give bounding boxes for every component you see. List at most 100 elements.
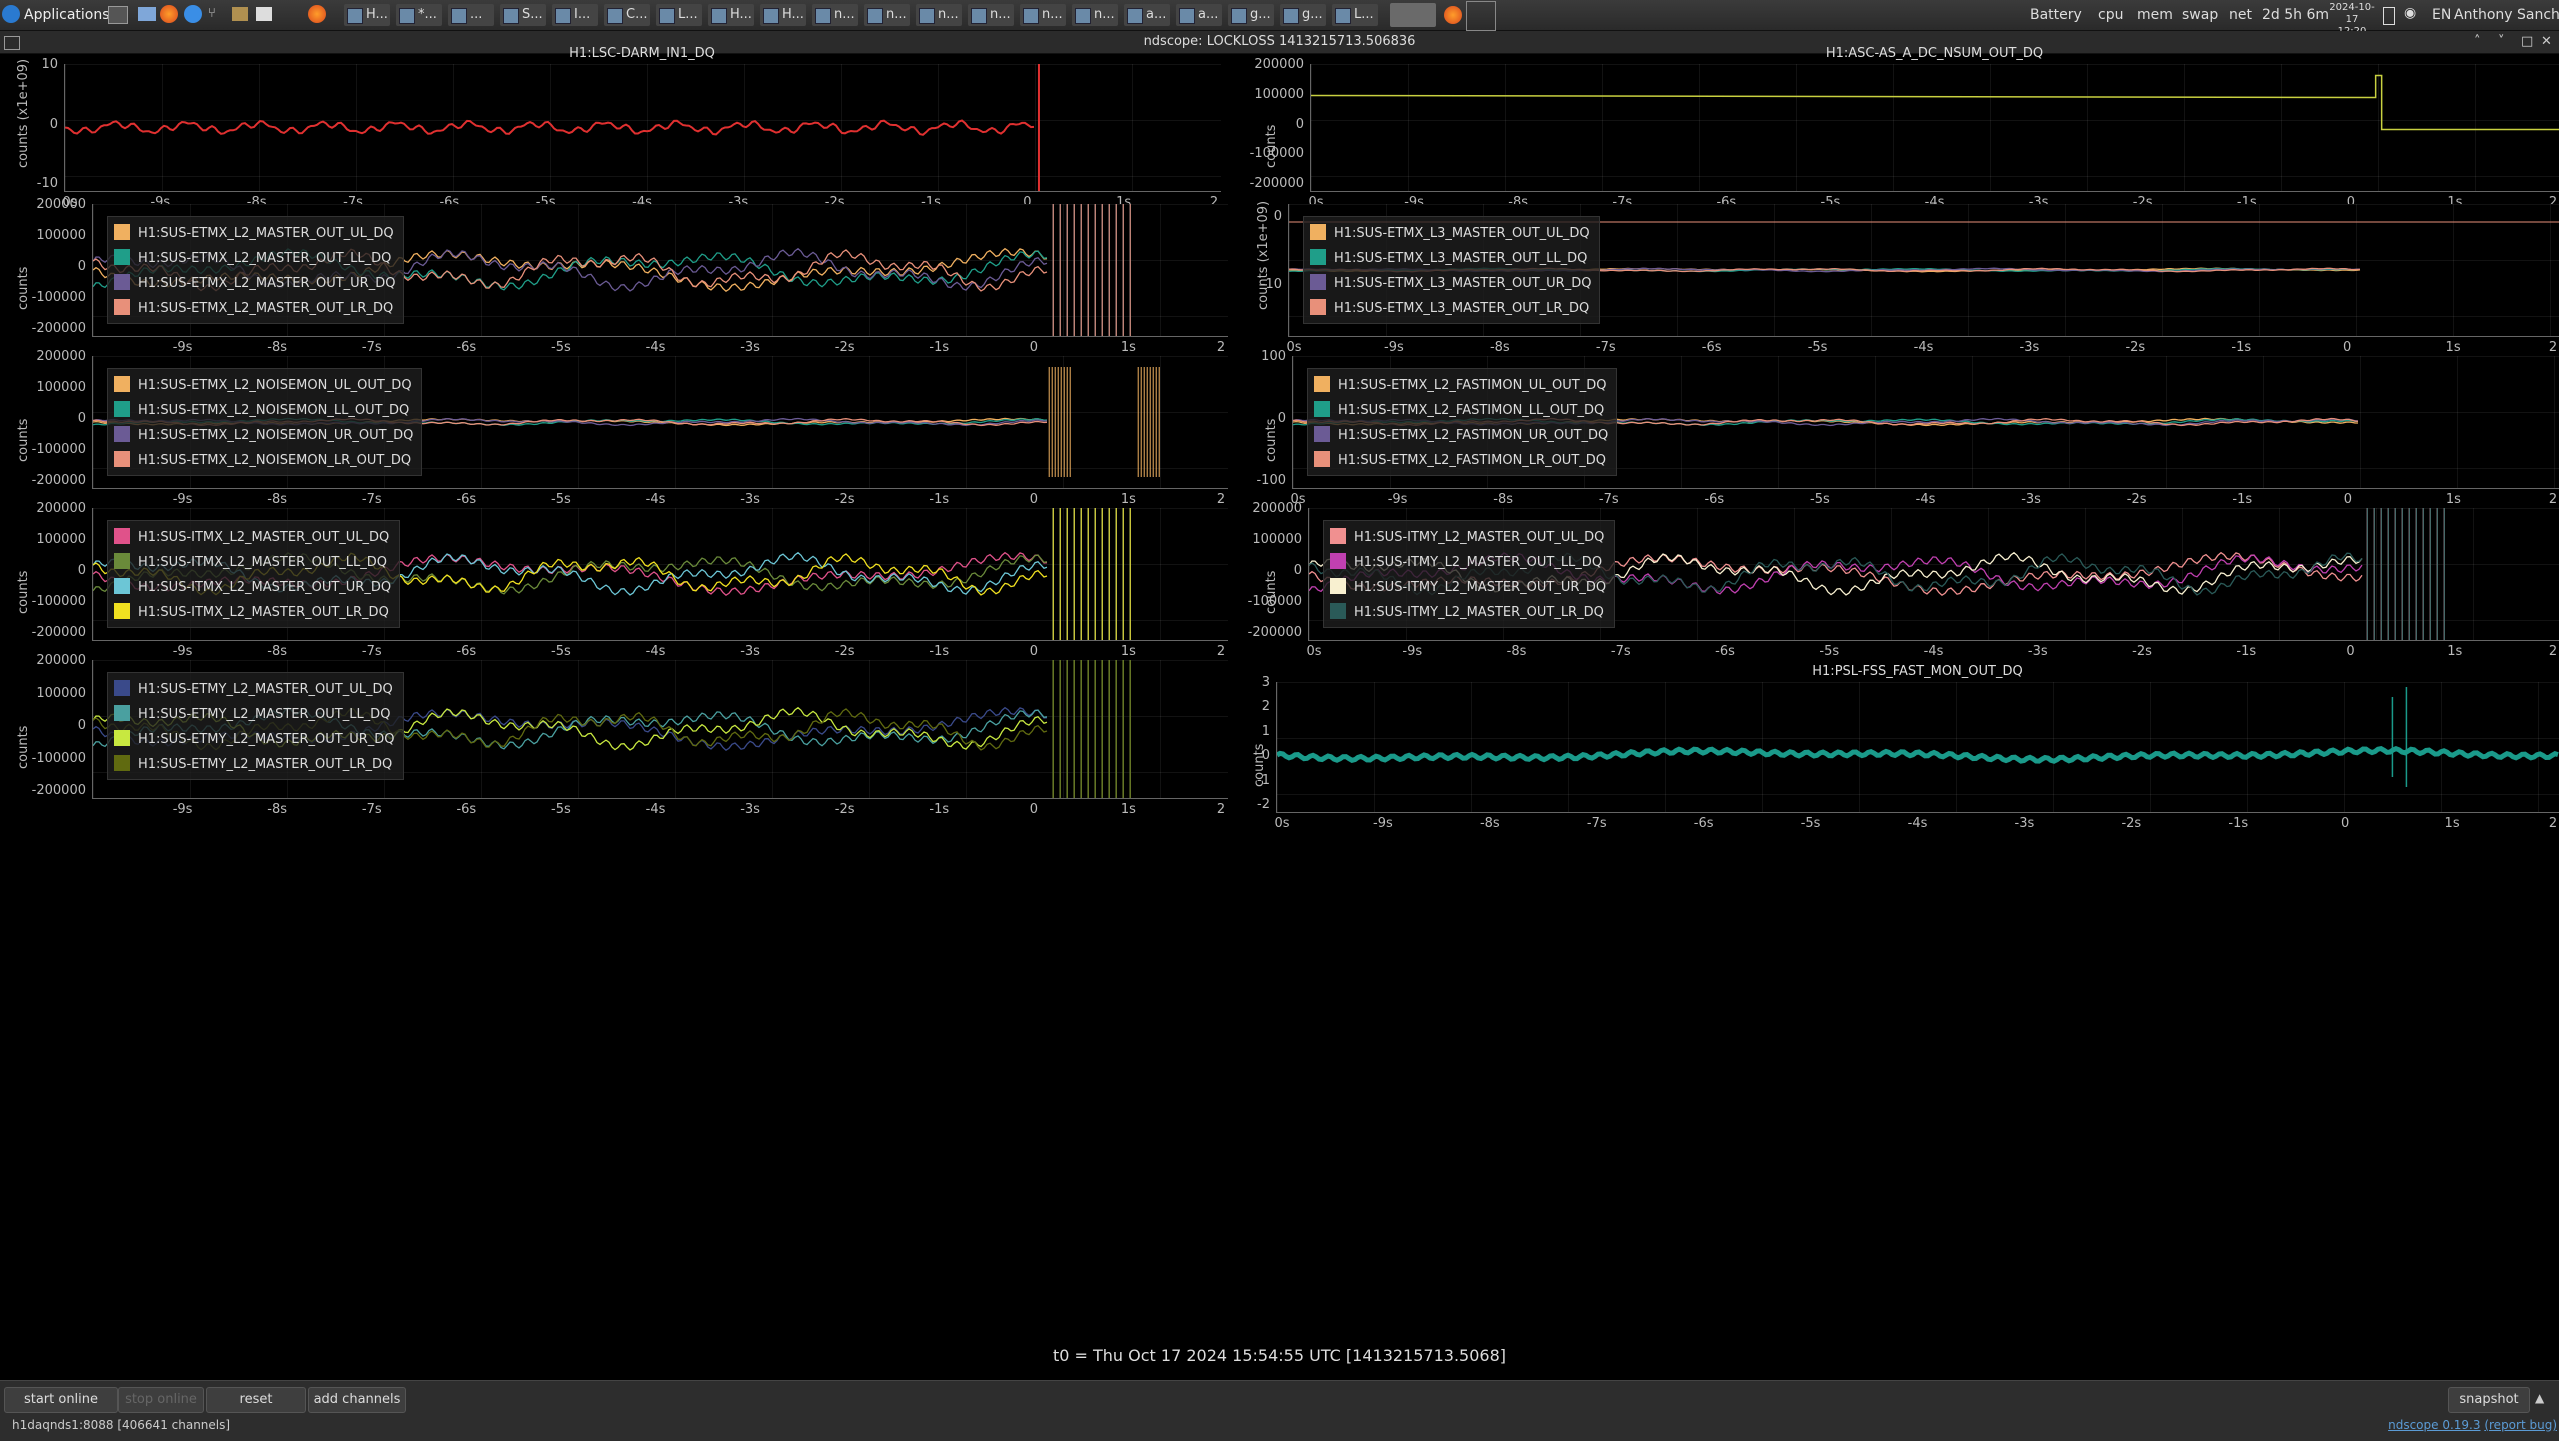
plot-area[interactable]: H1:SUS-ETMX_L2_FASTIMON_UL_OUT_DQ H1:SUS-… — [1292, 356, 2559, 489]
legend-item[interactable]: H1:SUS-ETMX_L2_NOISEMON_UR_OUT_DQ — [114, 423, 413, 448]
net-monitor[interactable]: net — [2229, 3, 2252, 27]
legend-item[interactable]: H1:SUS-ITMY_L2_MASTER_OUT_UL_DQ — [1330, 525, 1606, 550]
taskbar-window-button[interactable]: *... — [396, 4, 442, 26]
plot-etmx_master[interactable]: H1:SUS-ETMX_L2_MASTER_OUT_UL_DQ H1:SUS-ET… — [0, 197, 1250, 356]
taskbar-window-button[interactable]: L... — [1332, 4, 1378, 26]
network-icon[interactable]: ◉ — [2404, 5, 2416, 21]
active-window-button[interactable] — [1390, 3, 1436, 27]
cpu-monitor[interactable]: cpu — [2098, 3, 2123, 27]
taskbar-window-button[interactable]: g... — [1228, 4, 1274, 26]
taskbar-window-button[interactable]: a... — [1124, 4, 1170, 26]
taskbar-window-button[interactable]: S... — [500, 4, 546, 26]
editor-icon[interactable] — [256, 7, 272, 21]
legend-item[interactable]: H1:SUS-ETMX_L2_FASTIMON_LL_OUT_DQ — [1314, 398, 1608, 423]
legend[interactable]: H1:SUS-ETMY_L2_MASTER_OUT_UL_DQ H1:SUS-ET… — [107, 672, 404, 780]
tools-icon[interactable] — [232, 7, 248, 21]
plot-etmx_l3[interactable]: H1:SUS-ETMX_L3_MASTER_OUT_UL_DQ H1:SUS-ET… — [1250, 201, 2559, 356]
taskbar-window-button[interactable]: C... — [604, 4, 650, 26]
taskbar-window-button[interactable]: n... — [968, 4, 1014, 26]
taskbar-window-button[interactable]: n... — [812, 4, 858, 26]
plot-area[interactable] — [1310, 64, 2559, 192]
plot-darm[interactable]: H1:LSC-DARM_IN1_DQ counts (x1e+09) 10 0 -10 0… — [0, 46, 1250, 210]
plot-area[interactable] — [64, 64, 1221, 192]
legend[interactable]: H1:SUS-ITMX_L2_MASTER_OUT_UL_DQ H1:SUS-IT… — [107, 520, 401, 628]
add-channels-button[interactable]: add channels — [308, 1387, 406, 1413]
legend-item[interactable]: H1:SUS-ETMX_L2_MASTER_OUT_UL_DQ — [114, 221, 395, 246]
plot-asc[interactable]: H1:ASC-AS_A_DC_NSUM_OUT_DQ counts 200000 10… — [1250, 46, 2559, 210]
legend-item[interactable]: H1:SUS-ETMY_L2_MASTER_OUT_UR_DQ — [114, 727, 395, 752]
legend[interactable]: H1:SUS-ETMX_L3_MASTER_OUT_UL_DQ H1:SUS-ET… — [1303, 216, 1601, 324]
legend[interactable]: H1:SUS-ETMX_L2_MASTER_OUT_UL_DQ H1:SUS-ET… — [107, 216, 405, 324]
legend-item[interactable]: H1:SUS-ETMY_L2_MASTER_OUT_LL_DQ — [114, 702, 395, 727]
plot-psl[interactable]: H1:PSL-FSS_FAST_MON_OUT_DQ counts 3 2 1 0 -1 -2… — [1250, 660, 2559, 848]
legend-item[interactable]: H1:SUS-ITMX_L2_MASTER_OUT_UR_DQ — [114, 575, 391, 600]
terminal-icon[interactable] — [108, 6, 128, 24]
legend-item[interactable]: H1:SUS-ETMX_L2_MASTER_OUT_LR_DQ — [114, 296, 395, 321]
legend-item[interactable]: H1:SUS-ETMX_L2_NOISEMON_LR_OUT_DQ — [114, 448, 413, 473]
legend-item[interactable]: H1:SUS-ITMX_L2_MASTER_OUT_LL_DQ — [114, 550, 391, 575]
chrome-icon[interactable] — [184, 5, 202, 23]
share-icon[interactable]: ⑂ — [208, 7, 224, 21]
legend-item[interactable]: H1:SUS-ETMX_L2_MASTER_OUT_LL_DQ — [114, 246, 395, 271]
stop-online-button[interactable]: stop online — [118, 1387, 204, 1413]
legend-item[interactable]: H1:SUS-ETMX_L2_NOISEMON_UL_OUT_DQ — [114, 373, 413, 398]
taskbar-window-button[interactable]: I... — [552, 4, 598, 26]
start-online-button[interactable]: start online — [4, 1387, 118, 1413]
swap-monitor[interactable]: swap — [2182, 3, 2218, 27]
legend-item[interactable]: H1:SUS-ETMY_L2_MASTER_OUT_UL_DQ — [114, 677, 395, 702]
taskbar-window-button[interactable]: a... — [1176, 4, 1222, 26]
taskbar-window-button[interactable]: H... — [708, 4, 754, 26]
legend[interactable]: H1:SUS-ITMY_L2_MASTER_OUT_UL_DQ H1:SUS-IT… — [1323, 520, 1616, 628]
legend-item[interactable]: H1:SUS-ETMX_L2_MASTER_OUT_UR_DQ — [114, 271, 395, 296]
plot-area[interactable]: H1:SUS-ETMX_L2_MASTER_OUT_UL_DQ H1:SUS-ET… — [92, 204, 1228, 337]
language-indicator[interactable]: EN — [2432, 3, 2451, 27]
report-bug-link[interactable]: (report bug) — [2484, 1418, 2557, 1432]
legend-item[interactable]: H1:SUS-ITMY_L2_MASTER_OUT_LL_DQ — [1330, 550, 1606, 575]
plot-etmx_fastimon[interactable]: H1:SUS-ETMX_L2_FASTIMON_UL_OUT_DQ H1:SUS-… — [1250, 349, 2559, 508]
legend-item[interactable]: H1:SUS-ETMY_L2_MASTER_OUT_LR_DQ — [114, 752, 395, 777]
taskbar-window-button[interactable]: n... — [864, 4, 910, 26]
legend-item[interactable]: H1:SUS-ITMY_L2_MASTER_OUT_UR_DQ — [1330, 575, 1606, 600]
mem-monitor[interactable]: mem — [2137, 3, 2173, 27]
plot-etmy[interactable]: H1:SUS-ETMY_L2_MASTER_OUT_UL_DQ H1:SUS-ET… — [0, 653, 1250, 848]
plot-area[interactable]: H1:SUS-ETMX_L3_MASTER_OUT_UL_DQ H1:SUS-ET… — [1288, 204, 2559, 337]
plot-area[interactable]: H1:SUS-ITMY_L2_MASTER_OUT_UL_DQ H1:SUS-IT… — [1308, 508, 2559, 641]
workspace-switcher[interactable] — [1466, 1, 1496, 31]
plot-etmx_noisemon[interactable]: H1:SUS-ETMX_L2_NOISEMON_UL_OUT_DQ H1:SUS-… — [0, 349, 1250, 508]
legend-item[interactable]: H1:SUS-ETMX_L3_MASTER_OUT_UL_DQ — [1310, 221, 1591, 246]
legend-item[interactable]: H1:SUS-ITMX_L2_MASTER_OUT_UL_DQ — [114, 525, 391, 550]
legend-item[interactable]: H1:SUS-ETMX_L2_FASTIMON_UL_OUT_DQ — [1314, 373, 1608, 398]
legend-item[interactable]: H1:SUS-ITMY_L2_MASTER_OUT_LR_DQ — [1330, 600, 1606, 625]
taskbar-window-button[interactable]: H... — [760, 4, 806, 26]
plot-area[interactable] — [1276, 682, 2559, 813]
legend-item[interactable]: H1:SUS-ETMX_L3_MASTER_OUT_LR_DQ — [1310, 296, 1591, 321]
collapse-icon[interactable]: ▲ — [2535, 1391, 2544, 1405]
taskbar-window-button[interactable]: g... — [1280, 4, 1326, 26]
firefox-icon-2[interactable] — [308, 5, 326, 23]
taskbar-window-button[interactable]: ... — [448, 4, 494, 26]
legend[interactable]: H1:SUS-ETMX_L2_NOISEMON_UL_OUT_DQ H1:SUS-… — [107, 368, 423, 476]
taskbar-window-button[interactable]: L... — [656, 4, 702, 26]
legend[interactable]: H1:SUS-ETMX_L2_FASTIMON_UL_OUT_DQ H1:SUS-… — [1307, 368, 1618, 476]
version-link[interactable]: ndscope 0.19.3 — [2388, 1418, 2480, 1432]
taskbar-window-button[interactable]: H... — [344, 4, 390, 26]
plot-area[interactable]: H1:SUS-ITMX_L2_MASTER_OUT_UL_DQ H1:SUS-IT… — [92, 508, 1228, 641]
legend-item[interactable]: H1:SUS-ETMX_L2_FASTIMON_UR_OUT_DQ — [1314, 423, 1608, 448]
firefox-icon[interactable] — [160, 5, 178, 23]
snapshot-button[interactable]: snapshot — [2448, 1387, 2530, 1413]
legend-item[interactable]: H1:SUS-ITMX_L2_MASTER_OUT_LR_DQ — [114, 600, 391, 625]
files-icon[interactable] — [138, 7, 156, 21]
firefox-tray-icon[interactable] — [1444, 6, 1462, 24]
plot-area[interactable]: H1:SUS-ETMX_L2_NOISEMON_UL_OUT_DQ H1:SUS-… — [92, 356, 1228, 489]
applications-menu[interactable]: Applications — [2, 3, 110, 27]
legend-item[interactable]: H1:SUS-ETMX_L3_MASTER_OUT_UR_DQ — [1310, 271, 1591, 296]
taskbar-window-button[interactable]: n... — [1072, 4, 1118, 26]
reset-button[interactable]: reset — [206, 1387, 306, 1413]
legend-item[interactable]: H1:SUS-ETMX_L2_NOISEMON_LL_OUT_DQ — [114, 398, 413, 423]
battery-monitor[interactable]: Battery — [2030, 3, 2082, 27]
taskbar-window-button[interactable]: n... — [1020, 4, 1066, 26]
legend-item[interactable]: H1:SUS-ETMX_L2_FASTIMON_LR_OUT_DQ — [1314, 448, 1608, 473]
plot-itmx[interactable]: H1:SUS-ITMX_L2_MASTER_OUT_UL_DQ H1:SUS-IT… — [0, 501, 1250, 660]
user-name[interactable]: Anthony Sanchez — [2454, 3, 2559, 27]
plot-area[interactable]: H1:SUS-ETMY_L2_MASTER_OUT_UL_DQ H1:SUS-ET… — [92, 660, 1228, 799]
